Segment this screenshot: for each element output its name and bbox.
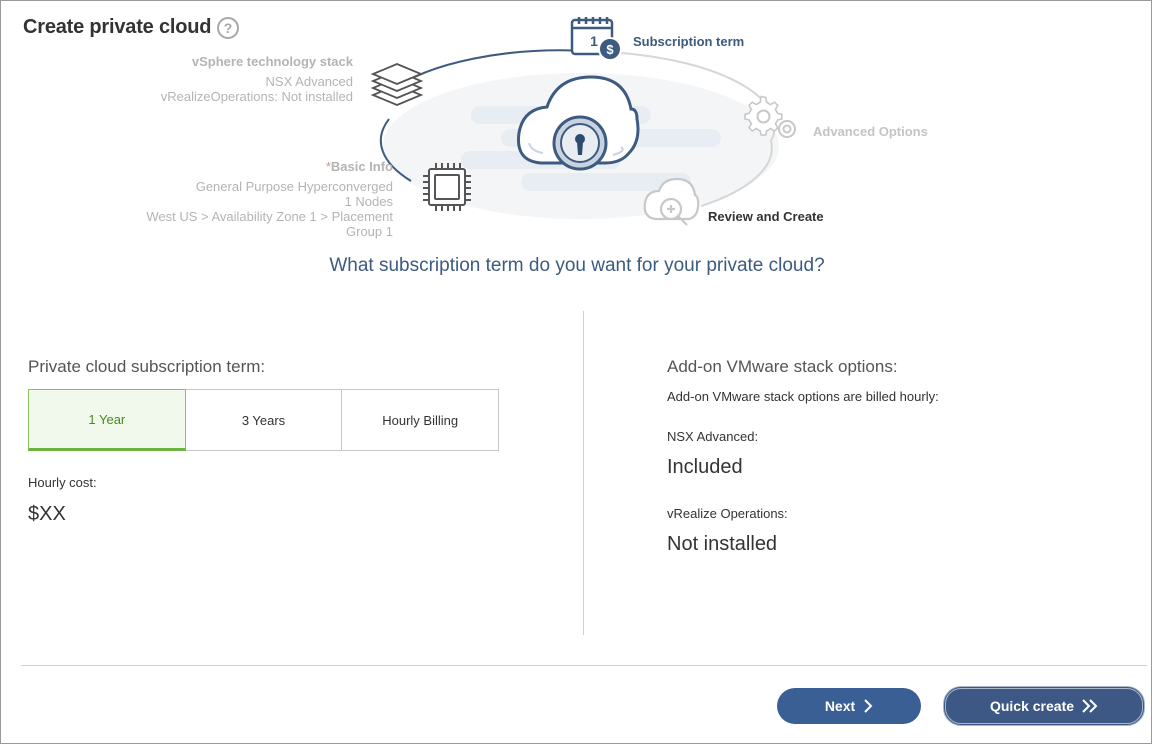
next-button[interactable]: Next bbox=[777, 688, 921, 724]
next-button-label: Next bbox=[824, 698, 856, 714]
addon-options-heading: Add-on VMware stack options: bbox=[667, 357, 898, 376]
step-vsphere-nsx: NSX Advanced bbox=[265, 74, 353, 89]
calendar-day-label: 1 bbox=[590, 33, 598, 49]
footer-divider bbox=[21, 665, 1147, 666]
dollar-badge: $ bbox=[606, 42, 614, 57]
term-option-1-year[interactable]: 1 Year bbox=[28, 389, 186, 451]
step-basic-info-nodes: 1 Nodes bbox=[344, 194, 393, 209]
calendar-dollar-icon: 1 $ bbox=[570, 17, 622, 61]
step-vsphere-heading: vSphere technology stack bbox=[191, 54, 353, 69]
cpu-chip-icon bbox=[423, 163, 471, 211]
wizard-window: Create private cloud ? 1 $ vSphere techn… bbox=[0, 0, 1152, 744]
step-question: What subscription term do you want for y… bbox=[329, 255, 825, 276]
step-review-create[interactable]: Review and Create bbox=[708, 209, 824, 224]
hourly-cost-label: Hourly cost: bbox=[28, 475, 97, 490]
panel-divider bbox=[583, 311, 584, 635]
step-subscription-term[interactable]: Subscription term bbox=[633, 34, 744, 49]
term-option-hourly[interactable]: Hourly Billing bbox=[342, 390, 499, 450]
double-chevron-right-icon bbox=[1082, 699, 1098, 713]
subscription-term-selector: 1 Year 3 Years Hourly Billing bbox=[28, 389, 499, 451]
vrealize-value: Not installed bbox=[667, 533, 778, 555]
vrealize-label: vRealize Operations: bbox=[667, 506, 788, 521]
quick-create-button[interactable]: Quick create bbox=[943, 686, 1145, 726]
nsx-value: Included bbox=[667, 456, 743, 478]
step-basic-info-location: West US > Availability Zone 1 > Placemen… bbox=[146, 209, 393, 224]
layers-stack-icon bbox=[370, 63, 424, 106]
hourly-cost-value: $XX bbox=[28, 503, 66, 525]
step-basic-info-type: General Purpose Hyperconverged bbox=[195, 179, 393, 194]
step-vsphere[interactable]: vSphere technology stack NSX Advanced vR… bbox=[121, 54, 353, 104]
addon-options-note: Add-on VMware stack options are billed h… bbox=[667, 389, 939, 404]
step-vsphere-vrealize: vRealizeOperations: Not installed bbox=[160, 89, 353, 104]
step-basic-info-heading: Basic Info bbox=[330, 159, 393, 174]
term-option-3-years[interactable]: 3 Years bbox=[185, 390, 343, 450]
nsx-label: NSX Advanced: bbox=[667, 429, 759, 444]
step-basic-info[interactable]: *Basic Info General Purpose Hyperconverg… bbox=[121, 159, 393, 239]
chevron-right-icon bbox=[864, 699, 873, 713]
step-basic-info-group: Group 1 bbox=[346, 224, 393, 239]
subscription-term-heading: Private cloud subscription term: bbox=[28, 357, 266, 376]
quick-create-label: Quick create bbox=[989, 698, 1075, 714]
step-advanced-options[interactable]: Advanced Options bbox=[813, 124, 928, 139]
